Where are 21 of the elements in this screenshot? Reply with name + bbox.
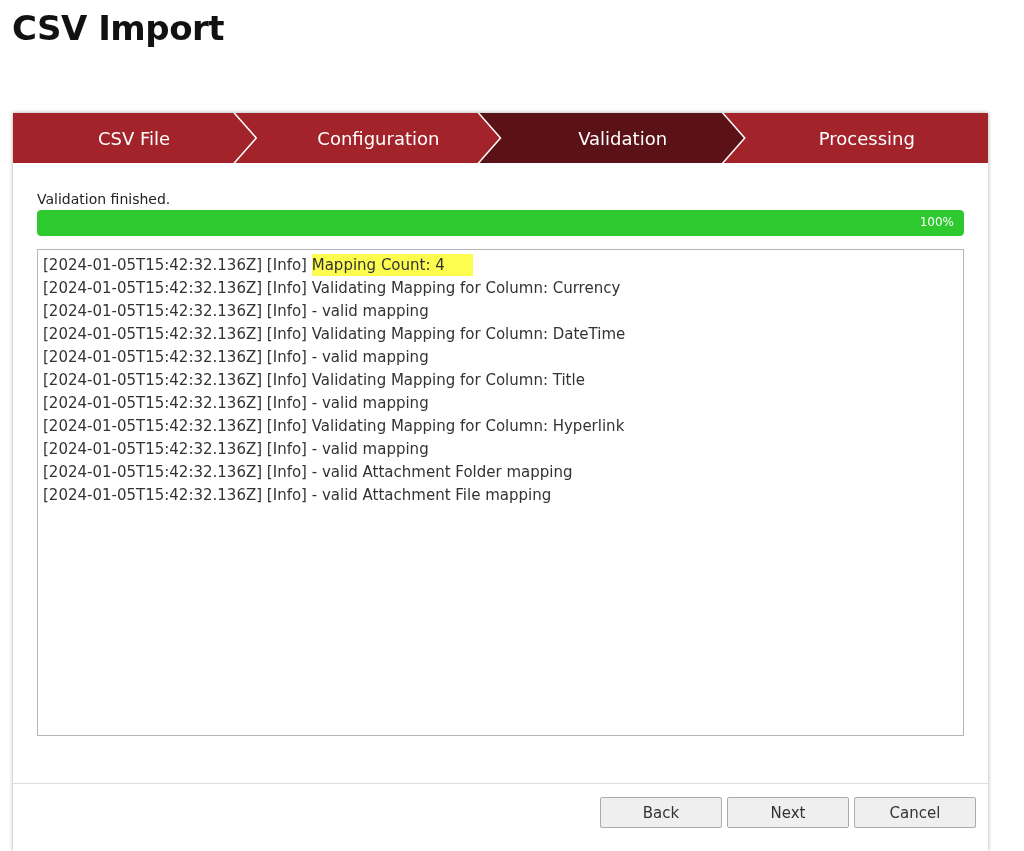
log-line: [2024-01-05T15:42:32.136Z] [Info] Validating Mapping for Column: Hyperlink [43, 416, 626, 437]
page-title: CSV Import [11, 7, 225, 50]
log-line: [2024-01-05T15:42:32.136Z] [Info] Mapping Count: 4 [43, 254, 958, 277]
wizard-step[interactable]: Validation [479, 113, 744, 163]
status-text: Validation finished. [37, 191, 172, 207]
wizard-button[interactable]: Cancel [854, 797, 976, 828]
progress-reading: 100% [919, 215, 954, 229]
log-line: [2024-01-05T15:42:32.136Z] [Info] - valid mapping [43, 439, 430, 460]
log-line: [2024-01-05T15:42:32.136Z] [Info] Validating Mapping for Column: Currency [43, 278, 622, 299]
log-line: [2024-01-05T15:42:32.136Z] [Info] - valid mapping [43, 347, 430, 368]
wizard-button[interactable]: Back [600, 797, 722, 828]
wizard-step[interactable]: Configuration [235, 113, 500, 163]
log-line: [2024-01-05T15:42:32.136Z] [Info] - valid Attachment Folder mapping [43, 462, 574, 483]
log-line: [2024-01-05T15:42:32.136Z] [Info] - valid mapping [43, 393, 430, 414]
log-line: [2024-01-05T15:42:32.136Z] [Info] - valid Attachment File mapping [43, 485, 553, 506]
wizard-step[interactable]: Processing [723, 113, 988, 163]
log-line: [2024-01-05T15:42:32.136Z] [Info] Validating Mapping for Column: Title [43, 370, 586, 391]
wizard-step[interactable]: CSV File [13, 113, 256, 163]
log-line: [2024-01-05T15:42:32.136Z] [Info] Validating Mapping for Column: DateTime [43, 324, 627, 345]
wizard-button[interactable]: Next [727, 797, 849, 828]
log-line: [2024-01-05T15:42:32.136Z] [Info] - valid mapping [43, 301, 430, 322]
